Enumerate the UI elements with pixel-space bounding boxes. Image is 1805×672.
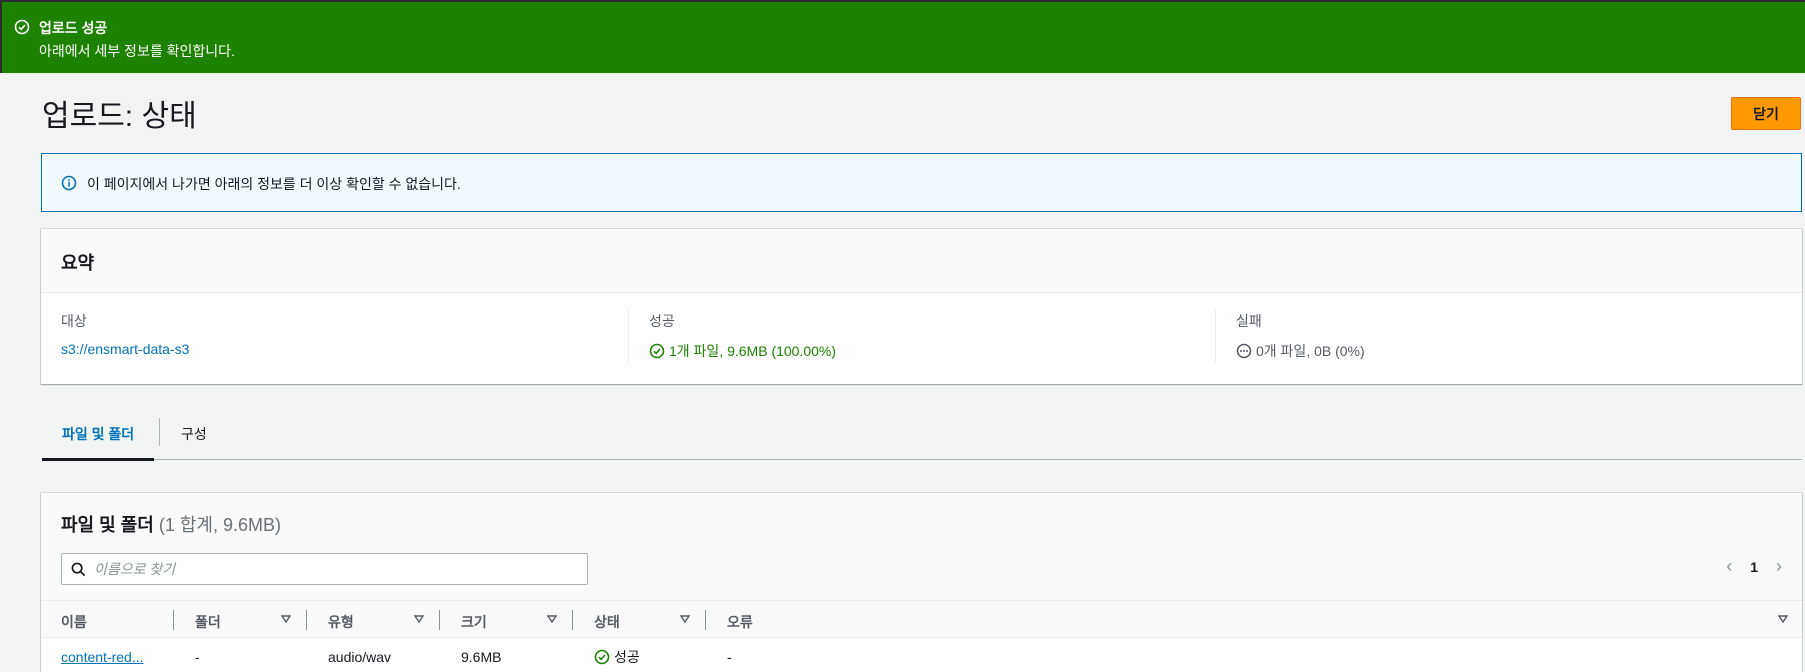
failed-value: 0개 파일, 0B (0%) — [1256, 343, 1365, 359]
stopped-icon — [1236, 343, 1252, 359]
success-label: 성공 — [649, 313, 675, 329]
summary-divider — [628, 309, 629, 363]
pagination: ‹ 1 › — [1726, 556, 1782, 577]
column-header-status[interactable]: 상태 — [594, 612, 620, 632]
sort-caret-down-icon[interactable] — [281, 614, 291, 624]
success-flash-banner: 업로드 성공 아래에서 세부 정보를 확인합니다. — [0, 2, 1805, 73]
success-check-icon — [594, 649, 610, 665]
file-type: audio/wav — [328, 649, 392, 665]
column-separator[interactable] — [572, 610, 573, 630]
file-size: 9.6MB — [461, 649, 502, 665]
files-title-text: 파일 및 폴더 — [61, 515, 154, 535]
column-header-size[interactable]: 크기 — [461, 612, 487, 632]
summary-title: 요약 — [41, 229, 1802, 293]
tab-bar: 파일 및 폴더 구성 — [42, 414, 1802, 461]
chevron-left-icon[interactable]: ‹ — [1726, 556, 1732, 577]
success-check-icon — [649, 343, 665, 359]
search-box — [61, 553, 588, 585]
files-count: (1 합계, 9.6MB) — [158, 515, 281, 535]
summary-failed: 실패 0개 파일, 0B (0%) — [1236, 311, 1365, 361]
files-header: 파일 및 폴더 (1 합계, 9.6MB) ‹ 1 › — [41, 493, 1802, 600]
column-separator[interactable] — [705, 610, 706, 630]
column-header-folder[interactable]: 폴더 — [195, 612, 221, 632]
files-container: 파일 및 폴더 (1 합계, 9.6MB) ‹ 1 › 이름 폴더 유형 크기 … — [41, 493, 1802, 672]
column-header-type[interactable]: 유형 — [328, 612, 354, 632]
file-error: - — [727, 649, 732, 665]
files-title: 파일 및 폴더 (1 합계, 9.6MB) — [61, 511, 281, 537]
page-title: 업로드: 상태 — [42, 100, 197, 133]
success-value: 1개 파일, 9.6MB (100.00%) — [669, 343, 837, 359]
sort-caret-down-icon[interactable] — [414, 614, 424, 624]
close-button[interactable]: 닫기 — [1731, 97, 1801, 130]
column-separator[interactable] — [173, 610, 174, 630]
sort-caret-down-icon[interactable] — [547, 614, 557, 624]
tab-separator — [159, 418, 160, 446]
tab-files-and-folders[interactable]: 파일 및 폴더 — [42, 414, 155, 461]
table-header: 이름 폴더 유형 크기 상태 오류 — [41, 600, 1802, 638]
page-number[interactable]: 1 — [1750, 559, 1758, 575]
search-input[interactable] — [94, 554, 574, 584]
info-alert: 이 페이지에서 나가면 아래의 정보를 더 이상 확인할 수 없습니다. — [41, 153, 1802, 212]
info-alert-text: 이 페이지에서 나가면 아래의 정보를 더 이상 확인할 수 없습니다. — [87, 176, 461, 192]
search-icon — [71, 562, 86, 577]
file-status: 성공 — [594, 647, 640, 667]
file-folder: - — [195, 649, 200, 665]
destination-link[interactable]: s3://ensmart-data-s3 — [61, 341, 189, 357]
summary-container: 요약 대상 s3://ensmart-data-s3 성공 1개 파일, 9.6… — [41, 229, 1802, 384]
column-header-error[interactable]: 오류 — [727, 612, 753, 632]
column-header-name[interactable]: 이름 — [61, 612, 87, 632]
summary-divider — [1215, 309, 1216, 363]
tab-configuration[interactable]: 구성 — [161, 414, 227, 460]
failed-label: 실패 — [1236, 313, 1262, 329]
chevron-right-icon[interactable]: › — [1776, 556, 1782, 577]
table-row: content-red... - audio/wav 9.6MB 성공 - — [41, 638, 1802, 672]
flash-message: 아래에서 세부 정보를 확인합니다. — [39, 43, 235, 59]
sort-caret-down-icon[interactable] — [680, 614, 690, 624]
sort-caret-down-icon[interactable] — [1778, 614, 1788, 624]
column-separator[interactable] — [306, 610, 307, 630]
summary-success: 성공 1개 파일, 9.6MB (100.00%) — [649, 311, 836, 361]
file-status-text: 성공 — [614, 649, 640, 665]
summary-destination: 대상 s3://ensmart-data-s3 — [61, 311, 189, 357]
column-separator[interactable] — [439, 610, 440, 630]
file-name-link[interactable]: content-red... — [61, 649, 144, 665]
flash-title: 업로드 성공 — [39, 20, 108, 36]
destination-label: 대상 — [61, 313, 87, 329]
check-circle-icon — [14, 19, 30, 35]
info-icon — [61, 175, 77, 191]
